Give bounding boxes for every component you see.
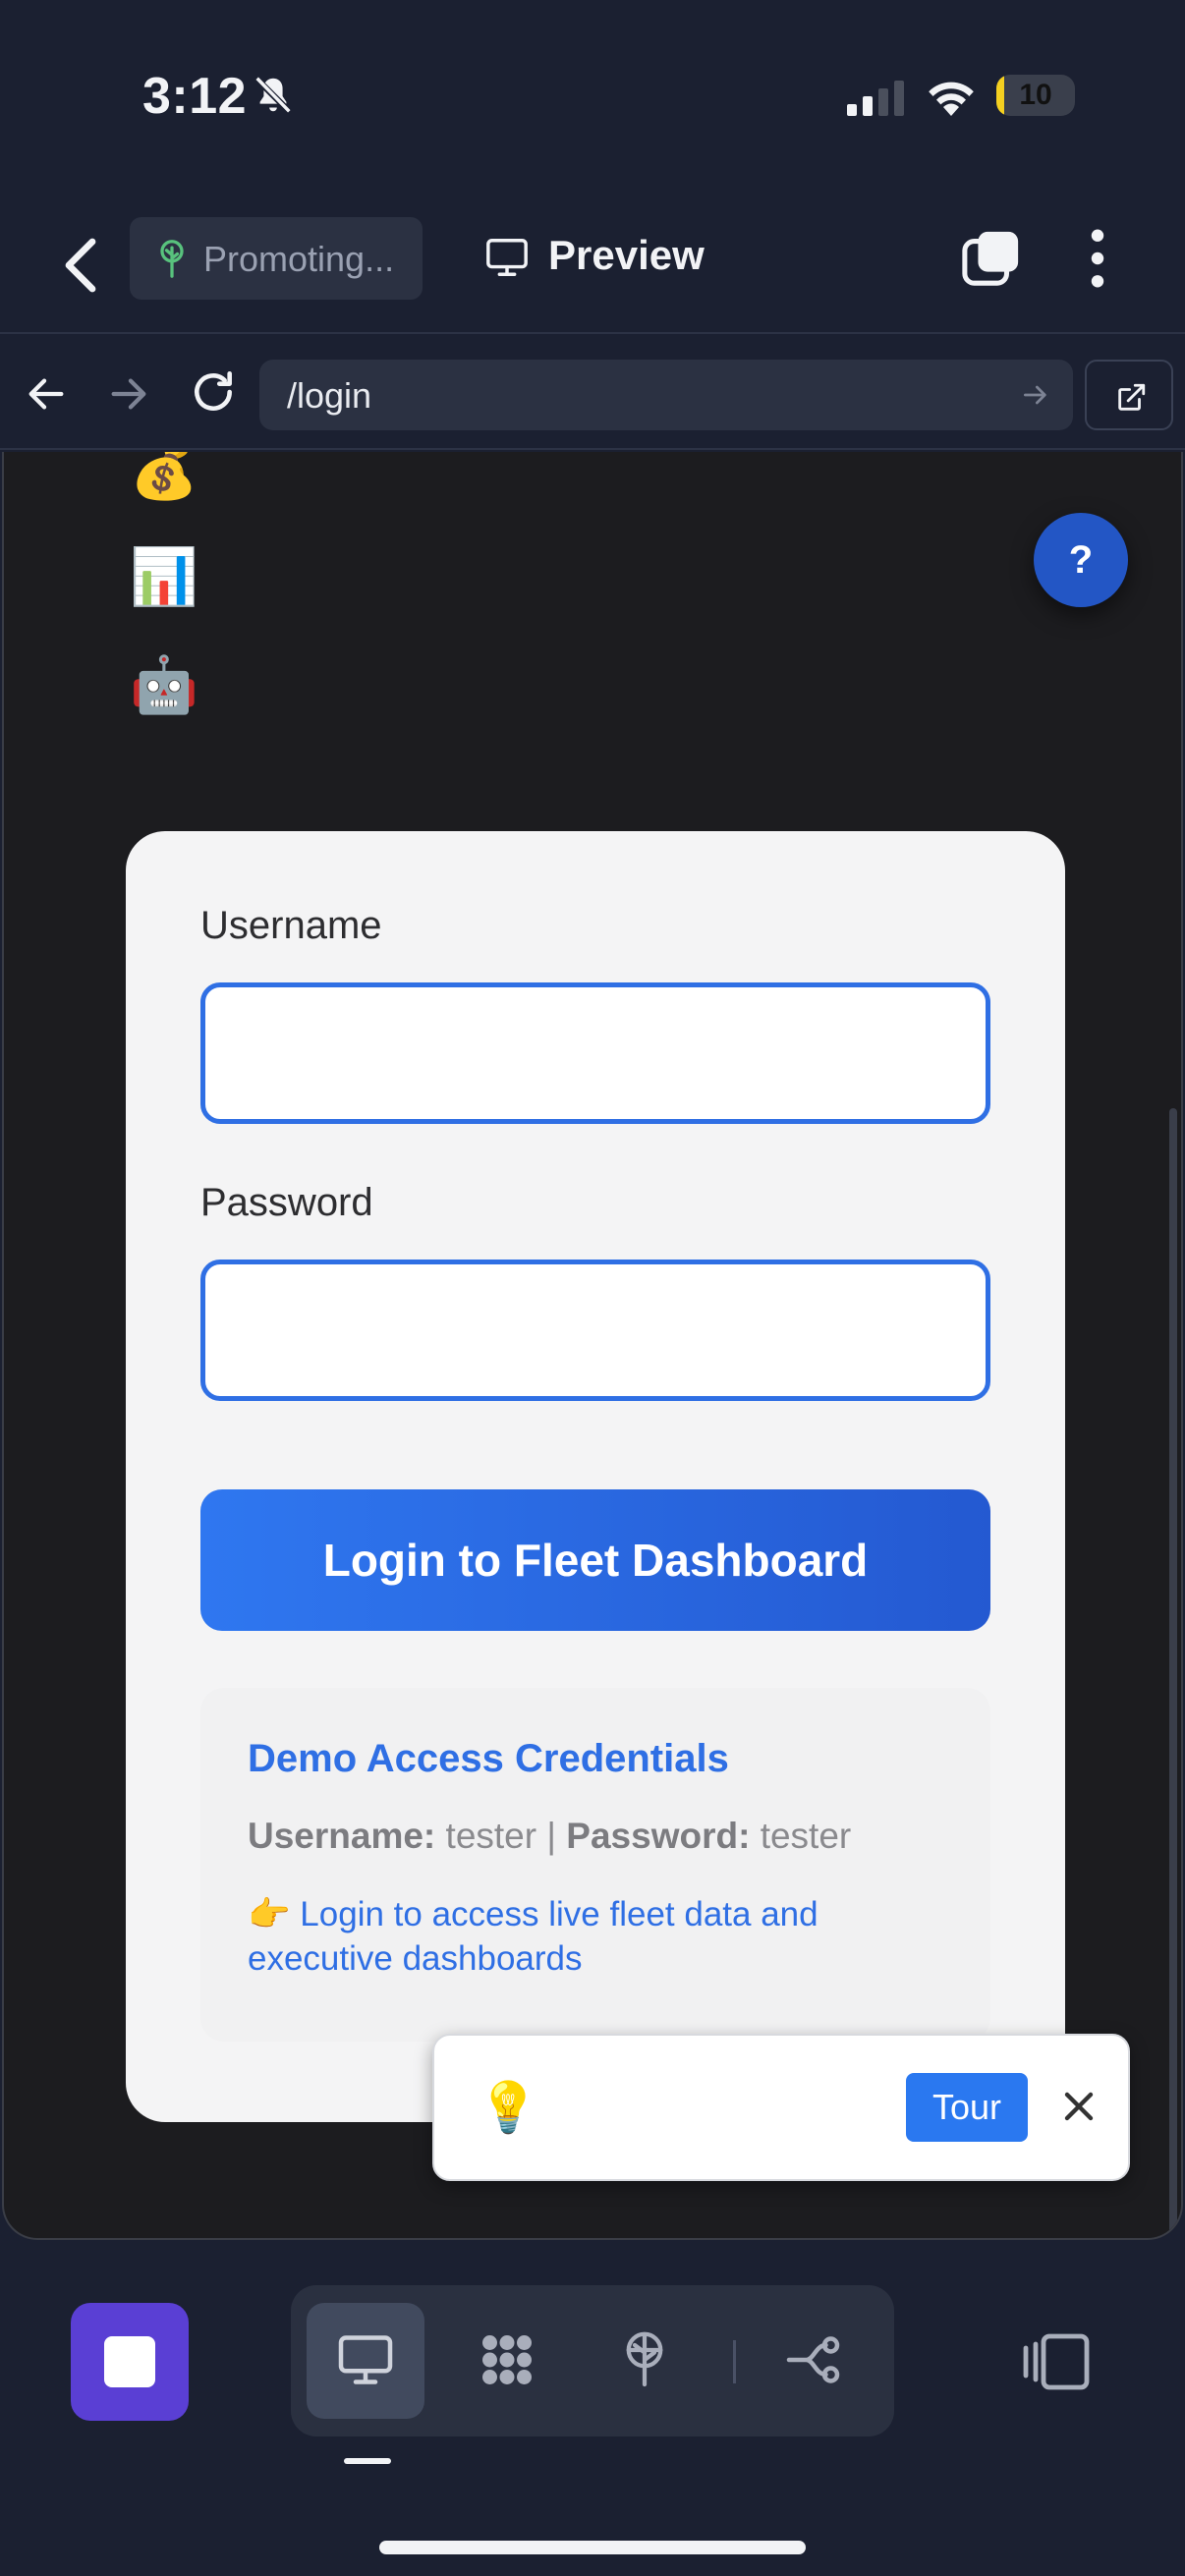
status-time: 3:12 (142, 68, 248, 125)
lightbulb-icon: 💡 (478, 2079, 539, 2136)
tree-icon (160, 240, 184, 278)
demo-username-label: Username: (248, 1816, 436, 1856)
cellular-signal-icon (847, 81, 904, 116)
tour-button[interactable]: Tour (906, 2073, 1028, 2142)
back-chevron-icon[interactable] (61, 236, 100, 295)
stop-icon (104, 2336, 155, 2387)
preview-title: Preview (548, 232, 705, 278)
open-external-button[interactable] (1085, 360, 1173, 430)
url-field[interactable]: /login (259, 360, 1073, 430)
branch-mode-icon (786, 2336, 840, 2383)
help-button[interactable]: ? (1034, 513, 1128, 607)
active-mode-indicator (344, 2458, 391, 2464)
home-indicator[interactable] (379, 2541, 806, 2554)
username-label: Username (200, 904, 382, 947)
money-bag-emoji: 💰 (130, 452, 198, 503)
login-button[interactable]: Login to Fleet Dashboard (200, 1489, 990, 1631)
reload-icon[interactable] (189, 367, 238, 417)
tour-popup: 💡 Tour (432, 2034, 1130, 2181)
arrow-left-icon[interactable] (24, 371, 69, 417)
demo-credentials-box: Demo Access Credentials Username: tester… (200, 1688, 990, 2042)
webview: 💰 📊 🤖 ? Username Password Login to Fleet… (2, 452, 1183, 2240)
demo-password-label: Password: (566, 1816, 751, 1856)
demo-username-value: tester (445, 1816, 537, 1856)
branch-status-pill[interactable]: Promoting... (130, 217, 423, 300)
login-card: Username Password Login to Fleet Dashboa… (126, 831, 1065, 2122)
browser-nav-bar: /login (0, 336, 1185, 450)
bottom-toolbar (0, 2240, 1185, 2576)
robot-emoji: 🤖 (130, 653, 198, 717)
close-icon[interactable] (1059, 2087, 1099, 2126)
app-header: Promoting... Preview (0, 196, 1185, 334)
more-options-icon[interactable] (1078, 226, 1117, 291)
demo-password-value: tester (760, 1816, 852, 1856)
demo-note: 👉 Login to access live fleet data and ex… (248, 1895, 818, 1978)
password-field[interactable] (200, 1260, 990, 1401)
preview-mode-icon (338, 2335, 393, 2384)
stop-button[interactable] (71, 2303, 189, 2421)
mode-divider (733, 2340, 736, 2383)
scrollbar[interactable] (1169, 1108, 1177, 2238)
password-label: Password (200, 1181, 373, 1224)
arrow-right-icon[interactable] (106, 371, 151, 417)
mode-switcher (291, 2285, 894, 2436)
branch-mode-button[interactable] (755, 2303, 873, 2419)
demo-credentials: Username: tester | Password: tester (248, 1816, 851, 1857)
status-bar: 3:12 10 (0, 0, 1185, 196)
preview-mode-button[interactable] (307, 2303, 424, 2419)
bar-chart-emoji: 📊 (130, 545, 198, 609)
branch-label: Promoting... (203, 239, 395, 279)
battery-level: 10 (1019, 79, 1052, 111)
side-panel-icon[interactable] (1020, 2332, 1091, 2391)
demo-separator: | (546, 1816, 556, 1856)
grid-mode-button[interactable] (448, 2303, 566, 2419)
wifi-icon (929, 82, 974, 116)
external-link-icon (1118, 383, 1146, 411)
battery-indicator: 10 (996, 75, 1075, 116)
windows-switcher-icon[interactable] (961, 228, 1022, 289)
deploy-mode-icon (626, 2331, 663, 2387)
monitor-icon (486, 239, 528, 276)
grid-mode-icon (482, 2335, 532, 2384)
demo-title: Demo Access Credentials (248, 1737, 729, 1780)
bell-muted-icon (254, 76, 293, 115)
go-arrow-icon[interactable] (1020, 379, 1051, 411)
deploy-mode-button[interactable] (586, 2303, 704, 2419)
username-field[interactable] (200, 982, 990, 1124)
url-text: /login (287, 375, 372, 416)
